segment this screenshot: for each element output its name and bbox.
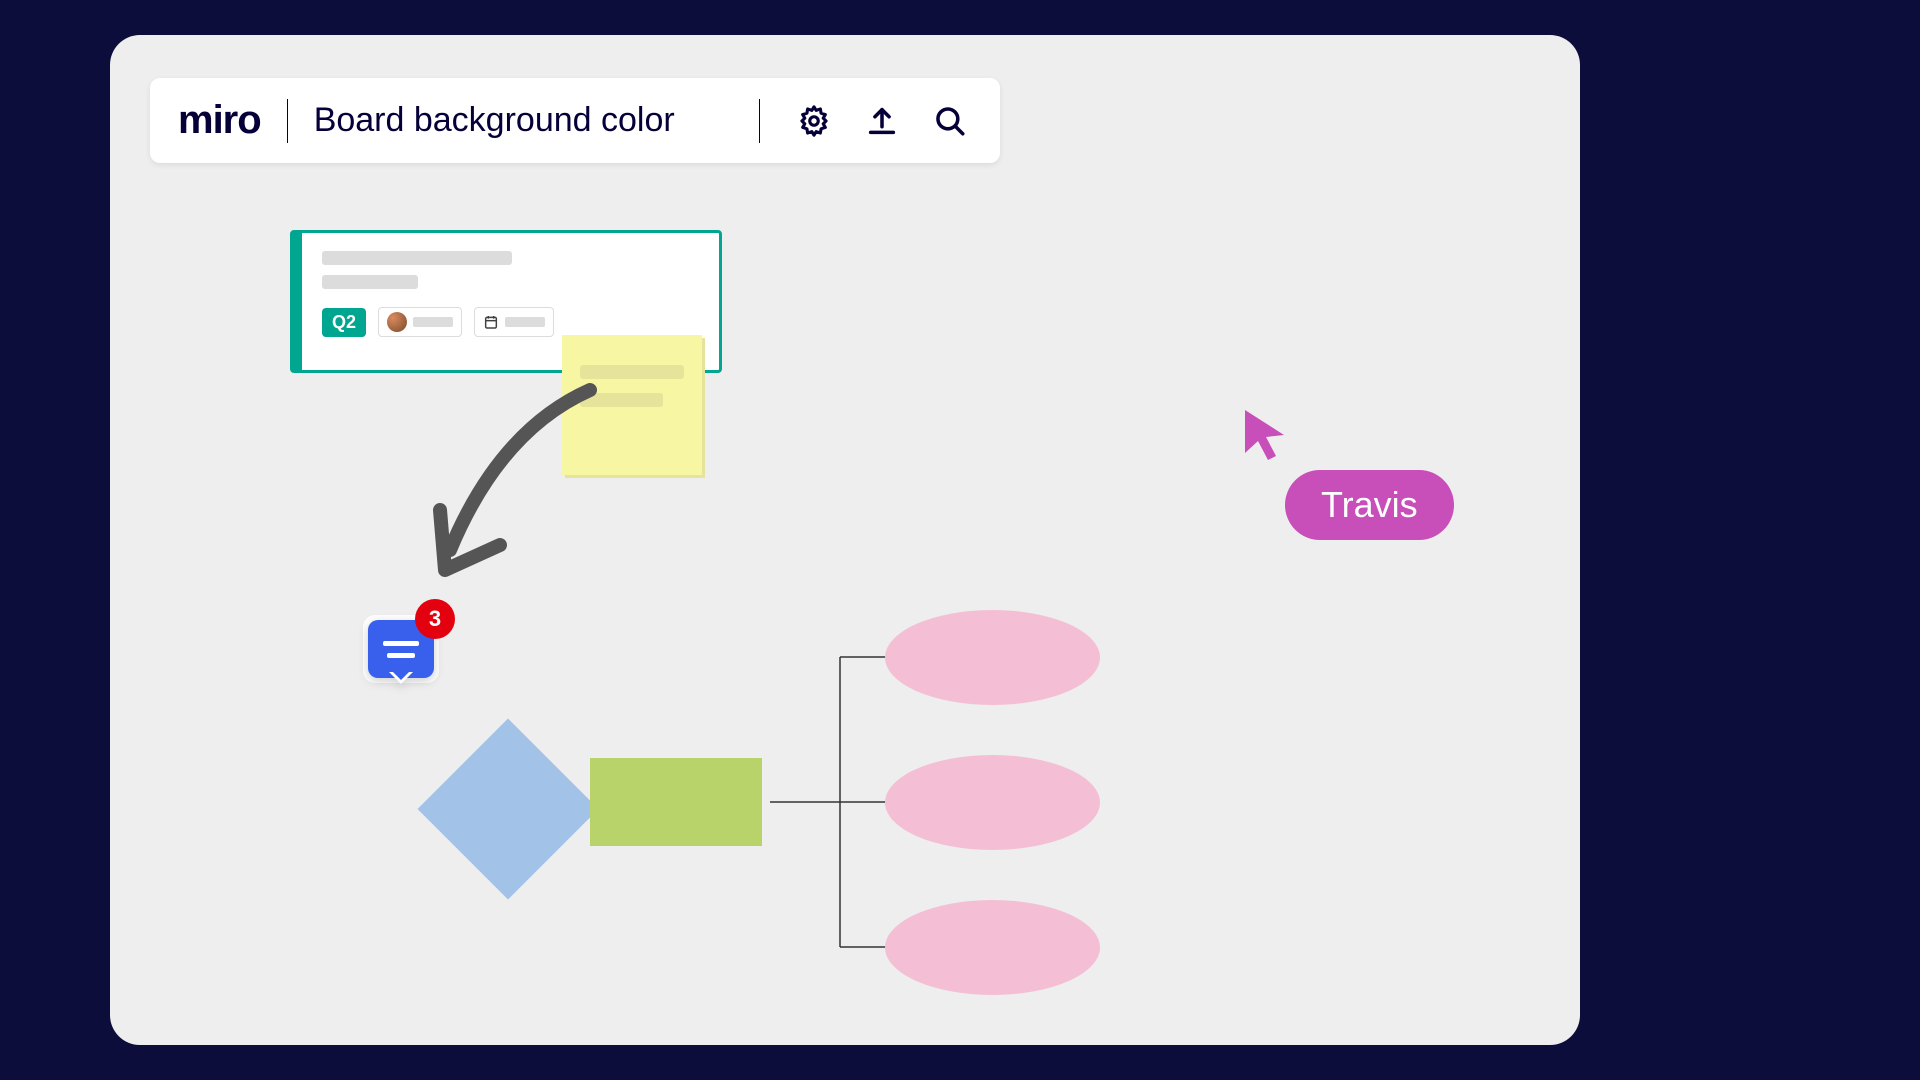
search-icon — [933, 104, 967, 138]
avatar — [387, 312, 407, 332]
date-placeholder — [505, 317, 545, 327]
export-button[interactable] — [864, 103, 900, 139]
board-title[interactable]: Board background color — [314, 101, 675, 140]
settings-button[interactable] — [796, 103, 832, 139]
card-assignee[interactable] — [378, 307, 462, 337]
search-button[interactable] — [932, 103, 968, 139]
card-subtitle-placeholder — [322, 275, 418, 289]
board-canvas[interactable]: miro Board background color — [110, 35, 1580, 1045]
remote-cursor-icon — [1240, 405, 1290, 465]
comment-count-badge: 3 — [415, 599, 455, 639]
calendar-icon — [483, 314, 499, 330]
top-toolbar: miro Board background color — [150, 78, 1000, 163]
comment-indicator[interactable]: 3 — [363, 615, 439, 683]
card-date[interactable] — [474, 307, 554, 337]
gear-icon — [797, 104, 831, 138]
ellipse-shape[interactable] — [885, 755, 1100, 850]
assignee-placeholder — [413, 317, 453, 327]
remote-cursor-label: Travis — [1285, 470, 1454, 540]
rectangle-shape[interactable] — [590, 758, 762, 846]
toolbar-divider — [287, 99, 288, 143]
card-title-placeholder — [322, 251, 512, 265]
ellipse-shape[interactable] — [885, 900, 1100, 995]
miro-logo[interactable]: miro — [178, 98, 261, 143]
card-tag-quarter[interactable]: Q2 — [322, 308, 366, 337]
upload-icon — [865, 104, 899, 138]
toolbar-divider — [759, 99, 760, 143]
diamond-shape[interactable] — [417, 718, 598, 899]
ellipse-shape[interactable] — [885, 610, 1100, 705]
